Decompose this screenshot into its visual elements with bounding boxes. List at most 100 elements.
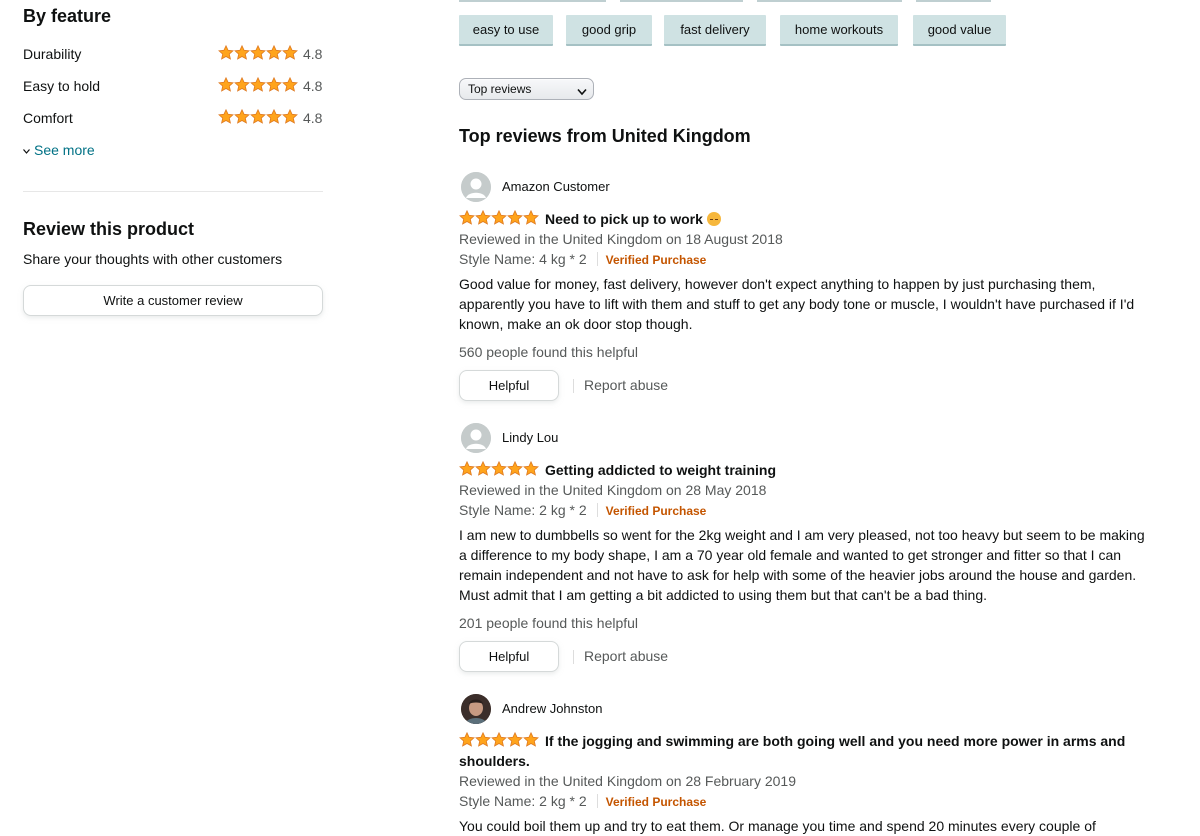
star-icon — [523, 210, 539, 225]
feature-rating: 4.8 — [303, 110, 323, 126]
star-icon — [491, 461, 507, 476]
review-body: You could boil them up and try to eat th… — [459, 818, 1096, 834]
feature-name: Durability — [23, 46, 82, 62]
keyword-chip[interactable]: easy to use — [459, 15, 553, 46]
review-title-link[interactable]: Need to pick up to work — [545, 211, 703, 227]
chip-edge — [620, 0, 743, 2]
star-icon — [507, 732, 523, 747]
review-date: Reviewed in the United Kingdom on 28 May… — [459, 482, 767, 498]
star-icon — [218, 109, 234, 124]
keyword-chip[interactable]: fast delivery — [664, 15, 766, 46]
review-body: Good value for money, fast delivery, how… — [459, 276, 1135, 332]
star-icon — [523, 461, 539, 476]
sort-reviews-dropdown[interactable]: Top reviews — [459, 78, 594, 100]
top-reviews-heading: Top reviews from United Kingdom — [459, 126, 751, 146]
star-icon — [266, 77, 282, 92]
star-icon — [507, 461, 523, 476]
verified-purchase-badge: Verified Purchase — [605, 504, 707, 518]
keyword-chip[interactable]: good grip — [566, 15, 652, 46]
star-icon — [459, 210, 475, 225]
review-style-line: Style Name: 4 kg * 2 Verified Purchase — [459, 249, 1149, 270]
helpful-button[interactable]: Helpful — [459, 370, 559, 401]
star-icon — [475, 732, 491, 747]
feature-rating: 4.8 — [303, 46, 323, 62]
star-icon — [266, 109, 282, 124]
star-rating-icon — [218, 109, 298, 125]
star-rating-icon — [218, 45, 298, 61]
style-name-link[interactable]: Style Name: 2 kg * 2 — [459, 502, 587, 518]
report-abuse-link[interactable]: Report abuse — [584, 646, 668, 666]
by-feature-heading: By feature — [23, 6, 112, 26]
feature-row-durability: Durability 4.8 — [23, 44, 323, 64]
feature-row-comfort: Comfort 4.8 — [23, 108, 323, 128]
star-icon — [282, 45, 298, 60]
feature-row-easy-to-hold: Easy to hold 4.8 — [23, 76, 323, 96]
star-icon — [218, 45, 234, 60]
review-title-line: Need to pick up to work — [459, 209, 1149, 229]
star-icon — [507, 210, 523, 225]
review-title-line: If the jogging and swimming are both goi… — [459, 731, 1149, 771]
write-review-button[interactable]: Write a customer review — [23, 285, 323, 316]
report-abuse-link[interactable]: Report abuse — [584, 375, 668, 395]
reviewer-profile[interactable]: Andrew Johnston — [459, 694, 1149, 724]
review-title-link[interactable]: Getting addicted to weight training — [545, 462, 776, 478]
divider — [596, 794, 598, 808]
star-rating-icon — [459, 732, 539, 748]
review-this-product-heading: Review this product — [23, 219, 195, 239]
star-icon — [523, 732, 539, 747]
section-divider — [23, 191, 323, 192]
review-actions: Helpful Report abuse — [459, 370, 1149, 401]
review-title-line: Getting addicted to weight training — [459, 460, 1149, 480]
style-name-link[interactable]: Style Name: 2 kg * 2 — [459, 793, 587, 809]
keyword-chip[interactable]: home workouts — [780, 15, 898, 46]
helpful-button[interactable]: Helpful — [459, 641, 559, 672]
see-more-link[interactable]: See more — [23, 140, 95, 162]
review-title-link[interactable]: If the jogging and swimming are both goi… — [459, 733, 1125, 769]
chip-edge — [916, 0, 991, 2]
star-icon — [491, 210, 507, 225]
feature-rating: 4.8 — [303, 78, 323, 94]
reviewer-name: Lindy Lou — [502, 430, 559, 445]
star-icon — [250, 109, 266, 124]
star-rating-icon — [459, 461, 539, 477]
helpful-count: 560 people found this helpful — [459, 344, 639, 360]
verified-purchase-badge: Verified Purchase — [605, 795, 707, 809]
see-more-label: See more — [34, 142, 95, 158]
reviewer-name: Andrew Johnston — [502, 701, 603, 716]
star-icon — [282, 109, 298, 124]
star-icon — [234, 109, 250, 124]
star-icon — [250, 45, 266, 60]
star-icon — [475, 461, 491, 476]
review-this-product-subtitle: Share your thoughts with other customers — [23, 251, 283, 267]
style-name-link[interactable]: Style Name: 4 kg * 2 — [459, 251, 587, 267]
review-date: Reviewed in the United Kingdom on 18 Aug… — [459, 231, 783, 247]
review-item: Andrew Johnston If the jogging and swimm… — [459, 694, 1149, 836]
review-actions: Helpful Report abuse — [459, 641, 1149, 672]
relieved-face-emoji-icon — [706, 212, 721, 226]
chevron-down-icon — [23, 142, 30, 162]
star-icon — [282, 77, 298, 92]
reviewer-profile[interactable]: Lindy Lou — [459, 423, 1149, 453]
review-style-line: Style Name: 2 kg * 2 Verified Purchase — [459, 791, 1149, 812]
review-body: I am new to dumbbells so went for the 2k… — [459, 527, 1145, 603]
star-icon — [266, 45, 282, 60]
star-icon — [218, 77, 234, 92]
star-icon — [475, 210, 491, 225]
keyword-chip[interactable]: good value — [913, 15, 1006, 46]
avatar-icon — [461, 694, 491, 724]
avatar-icon — [461, 172, 491, 202]
star-rating-icon — [459, 210, 539, 226]
star-icon — [234, 77, 250, 92]
review-item: Amazon Customer Need to pick up to work … — [459, 172, 1149, 401]
reviewer-name: Amazon Customer — [502, 179, 610, 194]
chevron-down-icon — [577, 82, 587, 102]
star-icon — [459, 732, 475, 747]
reviewer-profile[interactable]: Amazon Customer — [459, 172, 1149, 202]
feature-name: Easy to hold — [23, 78, 101, 94]
chip-edge — [459, 0, 606, 2]
helpful-count: 201 people found this helpful — [459, 615, 639, 631]
star-icon — [250, 77, 266, 92]
star-icon — [459, 461, 475, 476]
verified-purchase-badge: Verified Purchase — [605, 253, 707, 267]
sort-selected-label: Top reviews — [468, 82, 532, 96]
